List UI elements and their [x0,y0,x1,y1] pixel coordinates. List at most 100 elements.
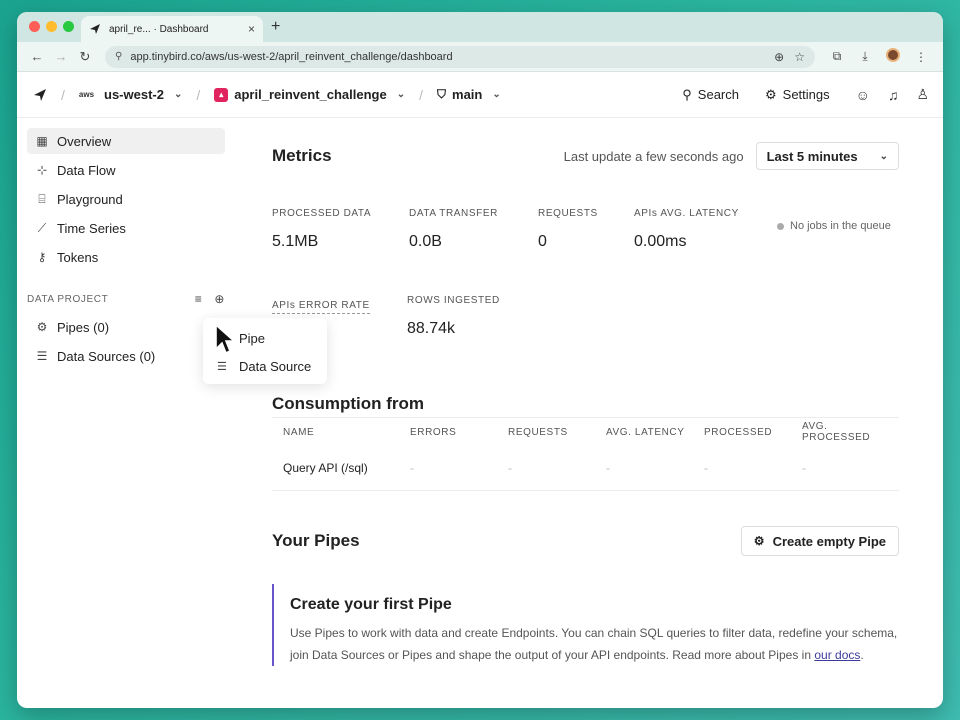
browser-tab[interactable]: april_re... · Dashboard × [81,16,263,42]
grid-icon: ▦ [36,134,48,148]
bell-icon[interactable]: ♫ [888,87,899,103]
url-bar[interactable]: ⚲ app.tinybird.co/aws/us-west-2/april_re… [105,45,815,68]
chevron-down-icon: ⌄ [492,89,501,100]
table-cell: - [606,461,610,475]
metric-label: REQUESTS [538,208,598,219]
bookmark-star-icon[interactable]: ☆ [794,50,805,64]
workspace-selector[interactable]: ▴ april_reinvent_challenge ⌄ [214,87,405,102]
branch-selector[interactable]: ⛉ main ⌄ [437,87,501,102]
metric-label: ROWS INGESTED [407,295,500,306]
search-label: Search [697,87,739,102]
metric-label: PROCESSED DATA [272,208,372,219]
queue-status: No jobs in the queue [777,220,891,232]
time-range-dropdown[interactable]: Last 5 minutes ⌄ [755,142,899,170]
mascot-icon[interactable]: ☺ [856,87,870,103]
workspace-icon: ▴ [214,87,229,102]
table-cell: - [410,461,414,475]
maximize-window-button[interactable] [63,21,74,32]
sidebar-item-time-series[interactable]: ⟋ Time Series [27,215,225,241]
column-header: AVG. LATENCY [606,426,685,438]
sidebar-item-data-flow[interactable]: ⊹ Data Flow [27,157,225,183]
sidebar-item-data-sources[interactable]: ☰ Data Sources (0) [27,343,225,369]
extensions-icon[interactable]: ⧉ [823,49,851,64]
metric-processed-data: PROCESSED DATA 5.1MB [272,208,371,251]
back-icon[interactable]: ← [25,49,49,64]
window-controls [29,21,74,32]
callout-end: . [860,648,864,662]
close-window-button[interactable] [29,21,40,32]
sidebar-item-label: Data Flow [57,162,116,178]
sidebar-item-tokens[interactable]: ⚷ Tokens [27,244,225,270]
table-row[interactable]: Query API (/sql) - - - - - [272,446,899,490]
database-icon: ☰ [36,349,48,363]
column-header: REQUESTS [508,426,568,438]
settings-label: Settings [782,87,830,102]
minimize-window-button[interactable] [46,21,57,32]
sidebar-item-overview[interactable]: ▦ Overview [27,128,225,154]
close-tab-icon[interactable]: × [248,22,255,36]
menu-item-label: Data Source [239,358,312,374]
column-header: PROCESSED [704,426,773,438]
consumption-title: Consumption from [272,394,425,413]
site-info-icon[interactable]: ⚲ [115,51,122,62]
pipe-icon: ⚙ [36,320,48,334]
table-cell: - [704,461,708,475]
search-button[interactable]: ⚲ Search [682,87,739,103]
forward-icon[interactable]: → [49,49,73,64]
pipe-icon: ⚙ [753,534,765,548]
metric-data-transfer: DATA TRANSFER 0.0B [409,208,498,251]
main-content: Metrics Last update a few seconds ago La… [272,118,899,708]
tab-bar: april_re... · Dashboard × + [17,12,943,42]
download-icon[interactable]: ⤓ [851,49,879,64]
callout-body: Use Pipes to work with data and create E… [290,626,898,662]
create-pipe-callout: Create your first Pipe Use Pipes to work… [272,584,899,666]
settings-button[interactable]: ⚙ Settings [765,87,830,103]
shield-icon: ⛉ [437,87,447,101]
chevron-down-icon: ⌄ [173,89,183,100]
profile-avatar[interactable] [879,48,907,65]
section-title: DATA PROJECT [27,293,109,305]
breadcrumb-separator: / [61,86,65,103]
metrics-title: Metrics [272,146,332,165]
sidebar-item-label: Data Sources (0) [57,348,156,364]
docs-link[interactable]: our docs [814,648,860,662]
sidebar-item-pipes[interactable]: ⚙ Pipes (0) [27,314,225,340]
data-flow-icon: ⊹ [36,163,48,177]
chevron-down-icon: ⌄ [879,150,888,162]
browser-menu-icon[interactable]: ⋮ [907,50,935,64]
user-icon[interactable]: ♙ [916,86,929,103]
key-icon: ⚷ [37,250,47,264]
filter-icon[interactable]: ≡ [195,292,203,306]
breadcrumb-separator: / [419,86,423,103]
sidebar-item-label: Pipes (0) [57,319,110,335]
region-label: us-west-2 [104,87,164,102]
sidebar-item-playground[interactable]: ⌸ Playground [27,186,225,212]
metric-value: 5.1MB [272,233,319,250]
add-circle-icon[interactable]: ⊕ [214,292,225,306]
tinybird-logo-icon[interactable] [33,88,47,102]
address-bar-row: ← → ↻ ⚲ app.tinybird.co/aws/us-west-2/ap… [17,42,943,72]
metric-value: 0.00ms [634,233,687,250]
create-empty-pipe-button[interactable]: ⚙ Create empty Pipe [740,526,899,556]
metric-value: 88.74k [407,320,456,337]
menu-item-label: Pipe [239,330,266,346]
metric-latency: APIs AVG. LATENCY 0.00ms [634,208,739,251]
metric-requests: REQUESTS 0 [538,208,598,251]
metrics-header: Metrics Last update a few seconds ago La… [272,142,899,170]
pipes-header: Your Pipes ⚙ Create empty Pipe [272,526,899,556]
app-header: / aws us-west-2 ⌄ / ▴ april_reinvent_cha… [17,72,943,118]
breadcrumb-separator: / [196,86,201,103]
time-range-value: Last 5 minutes [766,148,858,164]
zoom-icon[interactable]: ⊕ [774,50,784,64]
region-selector[interactable]: aws us-west-2 ⌄ [79,87,182,102]
sidebar-item-label: Time Series [57,220,126,236]
button-label: Create empty Pipe [772,533,886,549]
column-header: NAME [283,426,315,438]
sidebar-item-label: Tokens [57,249,99,265]
metric-label: APIs AVG. LATENCY [634,208,739,219]
column-header: ERRORS [410,426,457,438]
table-header: NAME ERRORS REQUESTS AVG. LATENCY PROCES… [272,418,899,446]
aws-icon: aws [78,90,95,99]
new-tab-button[interactable]: + [271,18,280,36]
reload-icon[interactable]: ↻ [73,49,97,65]
